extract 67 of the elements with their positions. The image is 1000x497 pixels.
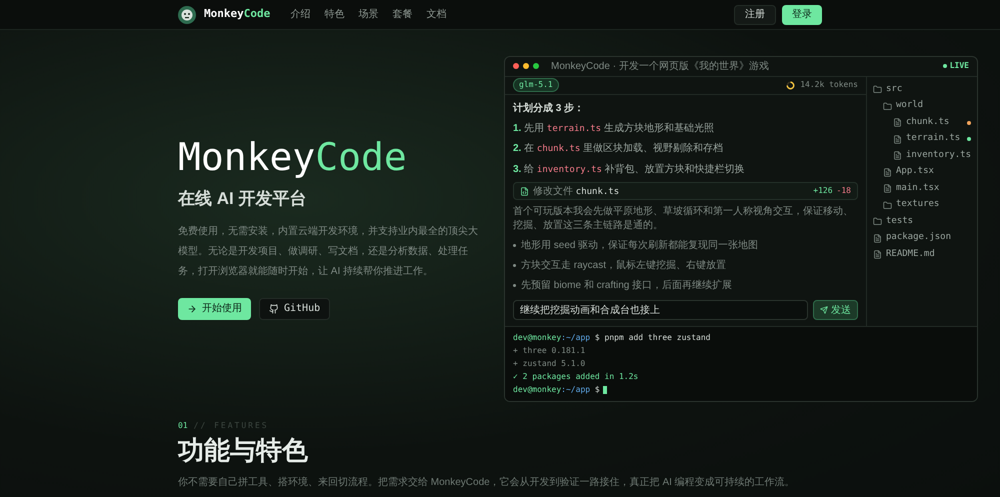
file-tree-item[interactable]: terrain.ts bbox=[906, 132, 960, 146]
file-icon bbox=[873, 250, 882, 259]
file-tree-item[interactable]: world bbox=[896, 99, 924, 113]
arrow-right-icon bbox=[187, 304, 197, 314]
file-icon bbox=[883, 184, 892, 193]
file-icon bbox=[520, 186, 529, 196]
nav-link[interactable]: 文档 bbox=[426, 7, 446, 22]
section-number: 01 bbox=[178, 420, 188, 432]
get-started-button[interactable]: 开始使用 bbox=[178, 298, 251, 320]
lines-removed: -18 bbox=[836, 185, 851, 198]
folder-icon bbox=[883, 200, 892, 210]
hero-subtitle: 在线 AI 开发平台 bbox=[178, 188, 308, 210]
lines-added: +126 bbox=[813, 185, 833, 198]
file-icon bbox=[893, 118, 902, 127]
send-icon bbox=[820, 306, 828, 314]
file-tree-item[interactable]: App.tsx bbox=[896, 165, 934, 179]
file-change-label: 修改文件 chunk.ts bbox=[533, 184, 620, 198]
brand-name: MonkeyCode bbox=[204, 7, 270, 20]
file-tree-item[interactable]: chunk.ts bbox=[906, 116, 950, 130]
folder-icon bbox=[873, 85, 882, 94]
token-count: 14.2k tokens bbox=[800, 79, 858, 92]
file-tree-item[interactable]: main.tsx bbox=[896, 182, 940, 196]
live-indicator: LIVE bbox=[942, 60, 969, 72]
send-button[interactable]: 发送 bbox=[813, 300, 858, 320]
nav-link[interactable]: 介绍 bbox=[290, 7, 310, 22]
terminal-line: + zustand 5.1.0 bbox=[513, 358, 586, 370]
terminal-line: dev@monkey:~/app $ bbox=[513, 384, 600, 396]
hero-title: MonkeyCode bbox=[178, 135, 407, 180]
file-tree-item[interactable]: package.json bbox=[886, 231, 952, 245]
terminal-cursor bbox=[602, 386, 607, 394]
login-button[interactable]: 登录 bbox=[782, 4, 822, 24]
file-tree-item[interactable]: src bbox=[886, 82, 902, 96]
terminal-line: dev@monkey:~/app $ pnpm add three zustand bbox=[513, 332, 710, 344]
plan-heading: 计划分成 3 步： bbox=[513, 102, 586, 116]
bullet-item: 先预留 biome 和 crafting 接口，后面再继续扩展 bbox=[521, 278, 732, 294]
file-icon bbox=[893, 151, 902, 160]
file-tree-item[interactable]: inventory.ts bbox=[906, 148, 971, 162]
bullet-item: 方块交互走 raycast，鼠标左键挖掘、右键放置 bbox=[521, 258, 726, 274]
file-icon bbox=[893, 134, 902, 144]
progress-ring-icon bbox=[786, 80, 796, 90]
message-input[interactable]: 继续把挖掘动画和合成台也接上 bbox=[513, 300, 808, 320]
nav-link[interactable]: 场景 bbox=[358, 7, 378, 22]
file-tree-item[interactable]: textures bbox=[896, 198, 940, 212]
hero-description: 免费使用，无需安装，内置云端开发环境，并支持业内最全的顶尖大模型。无论是开发项目、做调研、写文档，还是分析数据、处理任务，打开浏览器就能随时开始，让 AI 持续帮你推进工作。 bbox=[178, 224, 478, 279]
register-button[interactable]: 注册 bbox=[734, 4, 776, 24]
plan-step: 1. 先用 terrain.ts 生成方块地形和基础光照 bbox=[513, 120, 858, 136]
folder-icon bbox=[883, 102, 892, 110]
monkey-logo-icon bbox=[178, 6, 196, 24]
section-title: 功能与特色 bbox=[178, 434, 309, 466]
file-icon bbox=[883, 168, 892, 176]
section-description: 你不需要自己拼工具、搭环境、来回切流程。把需求交给 MonkeyCode，它会从开发到验证一路接住，真正把 AI 编程变成可持续的工作流。 bbox=[178, 476, 796, 490]
folder-icon bbox=[873, 217, 882, 226]
window-title: MonkeyCode · 开发一个网页版《我的世界》游戏 bbox=[551, 60, 769, 74]
assistant-message: 首个可玩版本我会先做平原地形、草坡循环和第一人称视角交互，保证移动、挖掘、放置这三条主链路是通的。 bbox=[513, 205, 854, 234]
file-icon bbox=[873, 234, 882, 242]
plan-step: 3. 给 inventory.ts 补背包、放置方块和快捷栏切换 bbox=[513, 162, 858, 178]
bullet-item: 地形用 seed 驱动，保证每次刷新都能复现同一张地图 bbox=[521, 238, 758, 254]
plan-step: 2. 在 chunk.ts 里做区块加载、视野剔除和存档 bbox=[513, 141, 858, 157]
nav-link[interactable]: 套餐 bbox=[392, 7, 412, 22]
file-tree-item[interactable]: README.md bbox=[886, 248, 935, 262]
nav-link[interactable]: 特色 bbox=[324, 7, 344, 22]
terminal-line: + three 0.181.1 bbox=[513, 345, 586, 358]
model-badge: glm-5.1 bbox=[513, 78, 559, 92]
github-icon bbox=[269, 304, 279, 314]
file-tree-item[interactable]: tests bbox=[886, 214, 914, 228]
terminal-line: ✓ 2 packages added in 1.2s bbox=[513, 371, 640, 384]
github-button[interactable]: GitHub bbox=[259, 298, 330, 320]
